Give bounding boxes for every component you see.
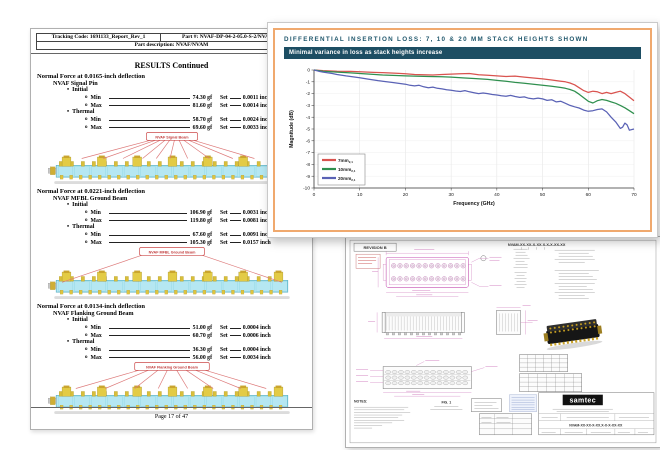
chart-callout: Minimal variance in loss as stack height… bbox=[284, 47, 641, 59]
svg-text:FIG. 1: FIG. 1 bbox=[441, 401, 451, 405]
svg-text:-4: -4 bbox=[306, 115, 311, 121]
diagram-label: NVAF Flanking Ground Beam bbox=[146, 365, 198, 369]
section-heading: Normal Force at 0.0221-inch deflection bbox=[37, 188, 306, 195]
end-view bbox=[496, 305, 537, 334]
annotation-lines bbox=[81, 140, 254, 158]
series-7mm bbox=[314, 70, 634, 101]
svg-text:10: 10 bbox=[357, 192, 363, 198]
figure-label: FIG. 1 bbox=[430, 401, 462, 410]
svg-text:0: 0 bbox=[313, 192, 316, 198]
group-label: •Thermal bbox=[67, 339, 306, 346]
chart-axes: 0 10 20 30 40 50 60 70 0 -1 -2 -3 -4 -5 -6 -7 -8 -9 -10 Fre… bbox=[289, 68, 637, 207]
part-number-callout: NVAM-XX-XX-X-XX.X-X-X-XX-XX bbox=[508, 243, 599, 298]
diagram-label: NVAF Signal Beam bbox=[155, 135, 189, 139]
svg-text:60: 60 bbox=[586, 192, 592, 198]
section-subheading: NVAF Flanking Ground Beam bbox=[53, 310, 306, 317]
svg-text:30: 30 bbox=[448, 192, 454, 198]
footer-rule bbox=[31, 407, 312, 408]
chart-legend: 7mm2,110mm2,120mm2,1 bbox=[318, 154, 365, 185]
title-part-number: NVAM-XX-XX-X-XX.X-X-X-XX-XX bbox=[569, 423, 623, 427]
force-section-3: Normal Force at 0.0134-inch deflection N… bbox=[37, 303, 306, 361]
panel-orange-border: DIFFERENTIAL INSERTION LOSS: 7, 10 & 20 … bbox=[273, 28, 652, 232]
connector-diagram-1: NVAF Signal Beam bbox=[47, 132, 297, 185]
technical-drawing-svg: REVISION B NVAM-XX-XX-X-XX.X-X-X-XX-XX bbox=[346, 237, 660, 447]
insertion-loss-panel: DIFFERENTIAL INSERTION LOSS: 7, 10 & 20 … bbox=[267, 22, 658, 238]
front-view bbox=[356, 361, 497, 397]
measurement-row: oMax56.00 gfSet0.0034 inch bbox=[85, 355, 306, 362]
chart-svg: 0 10 20 30 40 50 60 70 0 -1 -2 -3 -4 -5 -6 -7 -8 -9 -10 Fre… bbox=[284, 62, 641, 212]
notes-block: NOTES: bbox=[354, 400, 410, 428]
svg-text:-10: -10 bbox=[303, 186, 310, 192]
svg-text:Frequency (GHz): Frequency (GHz) bbox=[453, 201, 495, 207]
measurement-row: oMin36.30 gfSet0.0004 inch bbox=[85, 347, 306, 354]
page-number: Page 17 of 47 bbox=[31, 414, 312, 420]
svg-text:70: 70 bbox=[631, 192, 637, 198]
force-section-1: Normal Force at 0.0165-inch deflection N… bbox=[37, 73, 306, 131]
part-description: Part description: NVAF/NVAM bbox=[37, 42, 307, 50]
section-heading: Normal Force at 0.0165-inch deflection bbox=[37, 73, 306, 80]
chart-series bbox=[314, 70, 634, 130]
connector-render bbox=[48, 386, 289, 414]
svg-text:0: 0 bbox=[307, 68, 310, 74]
collage-canvas: { "report": { "header": { "tracking": "T… bbox=[0, 0, 660, 450]
chart-title: DIFFERENTIAL INSERTION LOSS: 7, 10 & 20 … bbox=[284, 36, 641, 43]
svg-text:-7: -7 bbox=[306, 150, 311, 156]
svg-text:50: 50 bbox=[540, 192, 546, 198]
svg-text:NOTES:: NOTES: bbox=[354, 400, 367, 404]
svg-text:-6: -6 bbox=[306, 138, 311, 144]
measurement-row: oMax105.30 gfSet0.0157 inch bbox=[85, 240, 306, 247]
connector-3d-render bbox=[543, 318, 604, 351]
svg-text:-3: -3 bbox=[306, 103, 311, 109]
svg-text:20: 20 bbox=[403, 192, 409, 198]
svg-text:40: 40 bbox=[494, 192, 500, 198]
group-label: •Initial bbox=[67, 317, 306, 324]
svg-text:REVISION B: REVISION B bbox=[364, 245, 387, 250]
force-section-2: Normal Force at 0.0221-inch deflection N… bbox=[37, 188, 306, 246]
technical-drawing-page: REVISION B NVAM-XX-XX-X-XX.X-X-X-XX-XX bbox=[345, 236, 660, 448]
diagram-label: NVAF MFBL Ground Beam bbox=[148, 250, 195, 254]
section-heading: Normal Force at 0.0134-inch deflection bbox=[37, 303, 306, 310]
svg-text:-5: -5 bbox=[306, 127, 311, 133]
svg-text:-9: -9 bbox=[306, 174, 311, 180]
side-view bbox=[368, 312, 464, 338]
measurement-row: oMin51.00 gfSet0.0004 inch bbox=[85, 325, 306, 332]
tracking-code: Tracking Code: 1691133_Report_Rev_1 bbox=[37, 34, 161, 42]
connector-diagram-2: NVAF MFBL Ground Beam bbox=[47, 247, 297, 300]
samtec-logo: samtec bbox=[569, 398, 596, 405]
svg-text:-1: -1 bbox=[306, 79, 311, 85]
data-tables bbox=[520, 355, 582, 392]
svg-text:-8: -8 bbox=[306, 162, 311, 168]
warning-note bbox=[356, 254, 380, 268]
top-view bbox=[372, 250, 501, 297]
svg-text:-2: -2 bbox=[306, 91, 311, 97]
stamp-box bbox=[510, 395, 537, 412]
svg-text:NVAM-XX-XX-X-XX.X-X-X-XX-XX: NVAM-XX-XX-X-XX.X-X-X-XX-XX bbox=[508, 243, 566, 247]
connector-render bbox=[48, 156, 289, 184]
revision-box: REVISION B bbox=[354, 243, 396, 251]
title-block: samtec NVAM-XX-XX-X-XX.X-X-X-XX-XX bbox=[539, 393, 654, 435]
svg-text:Magnitude (dB): Magnitude (dB) bbox=[289, 110, 295, 148]
